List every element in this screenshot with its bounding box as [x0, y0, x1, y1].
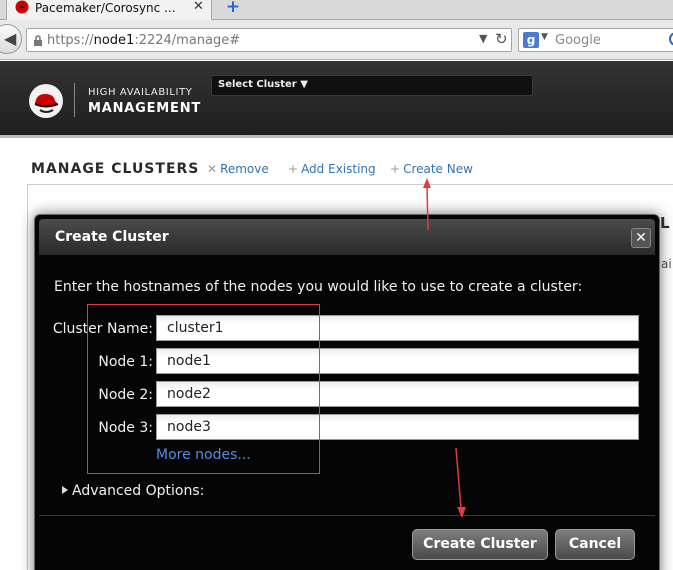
create-new-link[interactable]: + Create New — [390, 162, 473, 176]
plus-icon: + — [288, 162, 299, 176]
remove-icon: ✕ — [207, 162, 218, 176]
back-arrow-icon: ◀ — [4, 29, 17, 48]
remove-label: Remove — [220, 162, 269, 176]
url-prefix: https:// — [47, 33, 94, 48]
page-title: MANAGE CLUSTERS — [31, 161, 200, 177]
browser-tab[interactable]: Pacemaker/Corosync ... ✕ — [6, 0, 212, 20]
cancel-button[interactable]: Cancel — [555, 529, 635, 560]
node-2-input[interactable] — [156, 381, 639, 407]
redhat-favicon-icon — [15, 0, 29, 14]
dialog-instructions: Enter the hostnames of the nodes you wou… — [54, 279, 583, 295]
node-3-input[interactable] — [156, 414, 639, 440]
background-heading-fragment: L — [660, 214, 670, 232]
search-icon[interactable] — [669, 32, 673, 46]
new-tab-icon[interactable]: + — [224, 0, 242, 16]
url-history-dropdown-icon[interactable]: ▼ — [479, 32, 487, 45]
url-host: node1 — [93, 33, 135, 48]
url-bar[interactable]: https://node1:2224/manage# ▼ ↻ — [26, 28, 512, 52]
google-search-engine-icon[interactable]: g — [523, 32, 539, 48]
cluster-select-label: Select Cluster ▼ — [218, 79, 308, 90]
brand-line-1: HIGH AVAILABILITY — [88, 87, 193, 98]
search-engine-dropdown-icon[interactable]: ▼ — [541, 32, 548, 42]
node-2-label: Node 2: — [98, 387, 153, 403]
background-text-fragment: ai — [661, 257, 672, 271]
add-existing-label: Add Existing — [301, 162, 376, 176]
cluster-name-label: Cluster Name: — [52, 321, 153, 337]
dialog-title: Create Cluster — [55, 229, 169, 245]
browser-nav-bar: ◀ https://node1:2224/manage# ▼ ↻ g ▼ Goo… — [0, 20, 673, 60]
advanced-options-toggle[interactable]: Advanced Options: — [62, 483, 204, 499]
create-cluster-dialog: Create Cluster ✕ Enter the hostnames of … — [34, 214, 660, 570]
create-cluster-button[interactable]: Create Cluster — [412, 529, 548, 560]
tab-close-icon[interactable]: ✕ — [193, 0, 204, 14]
node-3-label: Node 3: — [98, 420, 153, 436]
tab-title: Pacemaker/Corosync ... — [35, 1, 176, 15]
cluster-select-dropdown[interactable]: Select Cluster ▼ — [211, 75, 533, 96]
advanced-options-label: Advanced Options: — [72, 483, 205, 499]
dialog-footer: Create Cluster Cancel — [39, 515, 655, 570]
browser-tab-bar: Pacemaker/Corosync ... ✕ + — [0, 0, 673, 20]
app-header: HIGH AVAILABILITY MANAGEMENT Select Clus… — [0, 61, 673, 138]
redhat-logo-icon — [29, 84, 63, 118]
reload-icon[interactable]: ↻ — [495, 30, 508, 48]
lock-icon — [34, 35, 42, 46]
url-path: :2224/manage# — [134, 33, 241, 48]
back-button[interactable]: ◀ — [0, 24, 22, 54]
dialog-header: Create Cluster ✕ — [39, 219, 655, 255]
more-nodes-link[interactable]: More nodes... — [156, 447, 251, 463]
url-text: https://node1:2224/manage# — [47, 33, 240, 48]
node-1-label: Node 1: — [98, 354, 153, 370]
search-bar[interactable]: g ▼ Google — [518, 28, 673, 52]
remove-link[interactable]: ✕ Remove — [207, 162, 269, 176]
logo-divider — [74, 83, 75, 117]
plus-icon: + — [390, 162, 401, 176]
add-existing-link[interactable]: + Add Existing — [288, 162, 376, 176]
search-placeholder: Google — [555, 33, 601, 48]
node-1-input[interactable] — [156, 348, 639, 374]
cluster-name-input[interactable] — [156, 315, 639, 341]
close-icon[interactable]: ✕ — [631, 228, 651, 248]
create-new-label: Create New — [403, 162, 473, 176]
brand-line-2: MANAGEMENT — [88, 101, 202, 116]
expand-triangle-icon — [62, 486, 68, 494]
